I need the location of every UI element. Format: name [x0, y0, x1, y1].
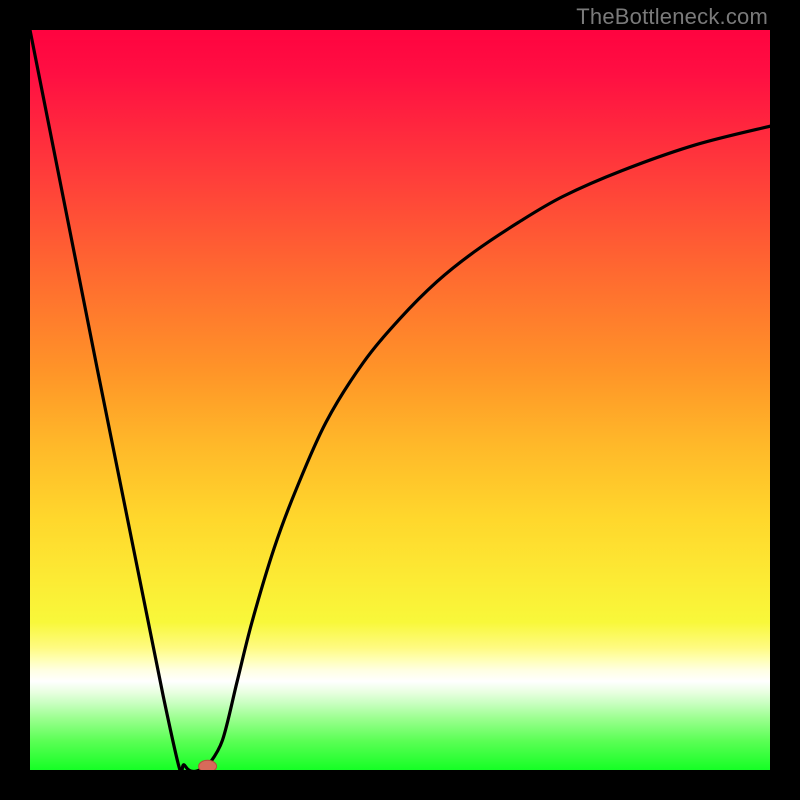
- curve-left-segment: [30, 30, 208, 770]
- bottleneck-curve: [30, 30, 770, 770]
- minimum-marker: [199, 760, 217, 770]
- chart-frame: TheBottleneck.com: [0, 0, 800, 800]
- plot-area: [30, 30, 770, 770]
- watermark-text: TheBottleneck.com: [576, 4, 768, 30]
- curve-right-segment: [208, 126, 770, 766]
